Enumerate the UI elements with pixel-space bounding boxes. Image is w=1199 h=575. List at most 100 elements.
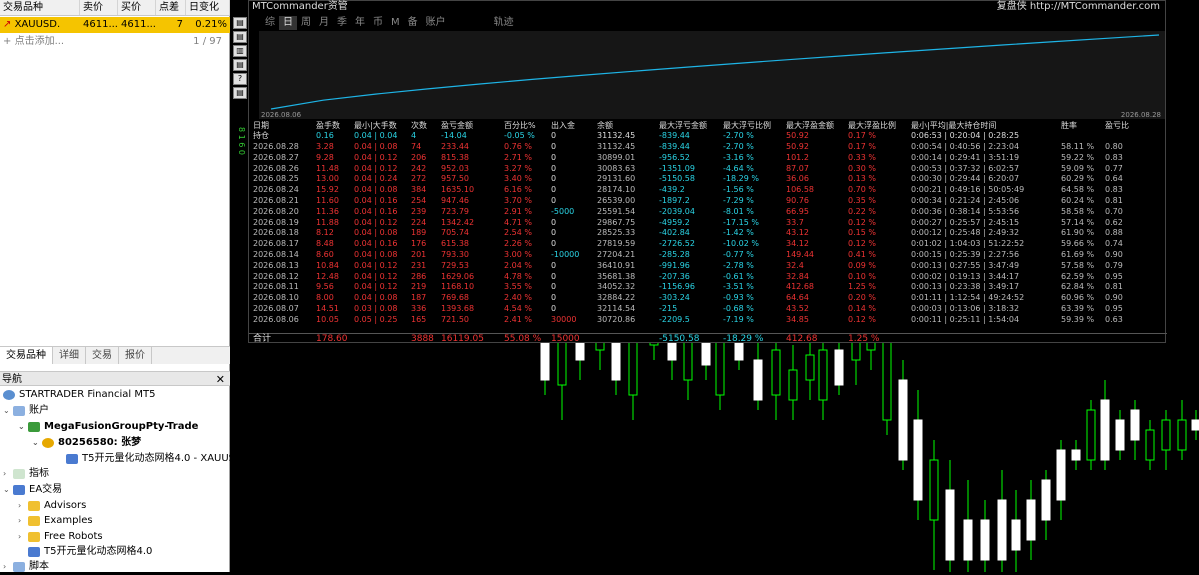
cell: 8.00 — [316, 293, 334, 303]
cell: 2026.08.12 — [253, 271, 299, 281]
nav-item-server[interactable]: ⌄ MegaFusionGroupPty-Trade — [18, 419, 198, 434]
cell: 43.12 — [786, 228, 809, 238]
cell: -18.29 % — [723, 174, 759, 184]
tab-details[interactable]: 详细 — [53, 347, 86, 364]
cell: -839.44 — [659, 142, 690, 151]
tab-trading[interactable]: 交易 — [86, 347, 119, 364]
cell: 8.12 — [316, 228, 334, 238]
mtc-tab-9[interactable]: 账户 — [422, 16, 450, 30]
equity-svg — [270, 34, 1160, 110]
mtc-tab-10[interactable]: 轨迹 — [490, 16, 518, 30]
cell: 3888 — [411, 334, 434, 344]
cell: 0.03 | 0.08 — [354, 304, 398, 313]
cell: 0.33 % — [848, 152, 876, 162]
cell: 0.20 % — [848, 293, 876, 303]
nav-item-advisors[interactable]: › Advisors — [18, 498, 86, 513]
cell: -439.2 — [659, 185, 685, 195]
cell: 0.14 % — [848, 304, 876, 313]
mtc-tab-1[interactable]: 日 — [279, 16, 297, 30]
cell: -1897.2 — [659, 196, 690, 205]
mtc-tab-2[interactable]: 周 — [297, 16, 315, 30]
cell: -7.29 % — [723, 196, 754, 205]
mtc-title: MTCommander资管 — [252, 1, 348, 12]
add-symbol-row[interactable]: + 点击添加... 1 / 97 — [0, 34, 230, 50]
cell: 0:00:34 | 0:21:24 | 2:45:06 — [911, 196, 1020, 205]
cell: 0.04 | 0.16 — [354, 239, 398, 249]
cell: 2026.08.26 — [253, 163, 299, 173]
cell: 705.74 — [441, 228, 469, 238]
nav-item-examples[interactable]: › Examples — [18, 513, 93, 528]
toolbar-btn-5[interactable]: ? — [233, 73, 247, 85]
cell: 0.62 — [1105, 217, 1123, 227]
cell: 187 — [411, 293, 427, 303]
cell: 0.17 % — [848, 130, 876, 140]
cell: 106.58 — [786, 185, 814, 195]
cell: 1168.10 — [441, 282, 475, 292]
cell: 60.24 % — [1061, 196, 1095, 205]
cell: 2.91 % — [504, 206, 532, 216]
cell: 2.71 % — [504, 152, 532, 162]
cell: 0 — [551, 217, 557, 227]
cell: 0:00:12 | 0:25:48 | 2:49:32 — [911, 228, 1020, 238]
tab-ticks[interactable]: 报价 — [119, 347, 152, 364]
cell: 8.48 — [316, 239, 334, 249]
cell: 0.64 — [1105, 174, 1123, 184]
toolbar-btn-6[interactable]: ▤ — [233, 87, 247, 99]
candle-body — [1130, 409, 1140, 441]
nav-item-broker[interactable]: STARTRADER Financial MT5 — [3, 387, 155, 402]
cell: -991.96 — [659, 260, 690, 270]
nav-item-accounts[interactable]: ⌄ 账户 — [3, 403, 49, 418]
cell: 947.46 — [441, 196, 469, 205]
close-icon[interactable]: ✕ — [216, 372, 225, 387]
toolbar-btn-3[interactable]: ▥ — [233, 45, 247, 57]
col-symbol[interactable]: 交易品种 — [0, 0, 80, 15]
nav-item-ea-file[interactable]: T5开元量化动态网格4.0 — [28, 544, 152, 559]
table-row: 2026.08.11 9.56 0.04 | 0.12 219 1168.10 3.55 … — [249, 282, 1167, 291]
cell: 219 — [411, 282, 427, 292]
cell: 4 — [411, 130, 417, 140]
cell: 87.07 — [786, 163, 809, 173]
table-row: 2026.08.20 11.36 0.04 | 0.16 239 723.79 2.91 … — [249, 207, 1167, 216]
cell: 224 — [411, 217, 427, 227]
mtc-link[interactable]: 复盘侠 http://MTCommander.com — [997, 1, 1160, 13]
nav-item-account[interactable]: ⌄ 80256580: 张梦 — [32, 435, 141, 450]
cell: 30000 — [551, 314, 577, 324]
tab-symbols[interactable]: 交易品种 — [0, 347, 53, 364]
table-row: 2026.08.28 3.28 0.04 | 0.08 74 233.44 0.76 % 0… — [249, 142, 1167, 151]
cell: 231 — [411, 260, 427, 270]
mtc-tab-3[interactable]: 月 — [315, 16, 333, 30]
mtc-tab-4[interactable]: 季 — [333, 16, 351, 30]
cell: 1.25 % — [848, 282, 876, 292]
cell: 0.15 % — [848, 228, 876, 238]
cell: 0.13 % — [848, 174, 876, 184]
col-spread[interactable]: 点差 — [156, 0, 186, 15]
cell: 0 — [551, 185, 557, 195]
market-watch-header: 交易品种 卖价 买价 点差 日变化 — [0, 0, 230, 16]
cell: 1342.42 — [441, 217, 475, 227]
toolbar-btn-1[interactable]: ▤ — [233, 17, 247, 29]
cell: -1156.96 — [659, 282, 695, 292]
toolbar-btn-2[interactable]: ▤ — [233, 31, 247, 43]
cell: 412.68 — [786, 334, 818, 344]
symbol-row[interactable]: ↗ XAUUSD. 4611... 4611... 7 0.21% — [0, 17, 230, 33]
mtc-tab-0[interactable]: 综 — [261, 16, 279, 30]
col-change[interactable]: 日变化 — [186, 0, 230, 15]
cell: -285.28 — [659, 250, 690, 259]
col-ask[interactable]: 买价 — [118, 0, 156, 15]
cell: 1629.06 — [441, 271, 475, 281]
nav-item-running-ea[interactable]: T5开元量化动态网格4.0 - XAUUSD — [66, 451, 243, 466]
nav-item-experts[interactable]: ⌄ EA交易 — [3, 482, 62, 497]
toolbar-btn-4[interactable]: ▤ — [233, 59, 247, 71]
cell: 0 — [551, 293, 557, 303]
cell: 2026.08.24 — [253, 185, 299, 195]
mtc-tab-6[interactable]: 币 — [369, 16, 387, 30]
mtc-tab-5[interactable]: 年 — [351, 16, 369, 30]
col-bid[interactable]: 卖价 — [80, 0, 118, 15]
cell: 61.90 % — [1061, 228, 1095, 238]
nav-item-indicators[interactable]: › 指标 — [3, 466, 49, 481]
candle-body — [898, 379, 908, 461]
mtc-tab-7[interactable]: M — [387, 16, 404, 30]
mtc-tab-8[interactable]: 备 — [404, 16, 422, 30]
cell: 384 — [411, 185, 427, 195]
nav-item-free-robots[interactable]: › Free Robots — [18, 529, 103, 544]
